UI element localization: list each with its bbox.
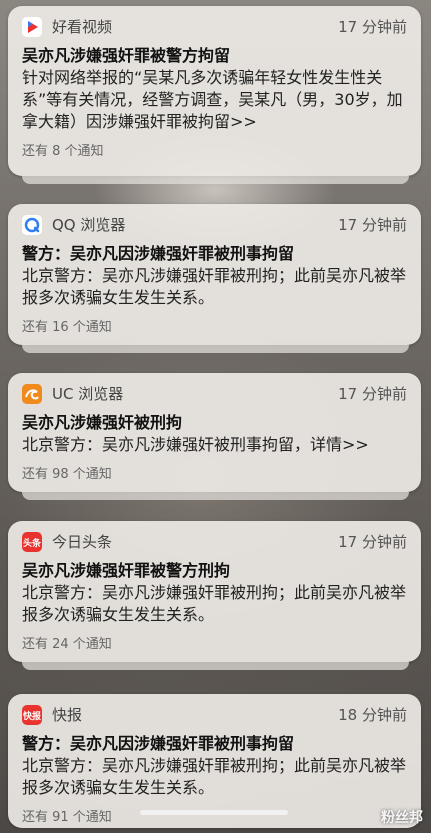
- stacked-notifications-edge: [22, 176, 409, 184]
- notification-title: 吴亦凡涉嫌强奸被刑拘: [22, 413, 183, 432]
- notification-time: 18 分钟前: [338, 706, 407, 724]
- qq-browser-icon: [22, 215, 42, 235]
- stacked-notifications-edge: [22, 492, 409, 500]
- haokan-video-icon: [22, 17, 42, 37]
- home-indicator[interactable]: [140, 810, 288, 815]
- notification-card-haokan[interactable]: 好看视频 17 分钟前 吴亦凡涉嫌强奸罪被警方拘留 针对网络举报的“吴某凡多次诱…: [8, 6, 421, 176]
- watermark: 粉丝邦: [381, 810, 423, 826]
- app-name: QQ 浏览器: [52, 216, 126, 234]
- notification-card-toutiao[interactable]: 头条 今日头条 17 分钟前 吴亦凡涉嫌强奸罪被警方刑拘 北京警方：吴亦凡涉嫌强…: [8, 521, 421, 662]
- notification-card-uc-browser[interactable]: UC 浏览器 17 分钟前 吴亦凡涉嫌强奸被刑拘 北京警方：吴亦凡涉嫌强奸被刑事…: [8, 373, 421, 492]
- notification-card-qq-browser[interactable]: QQ 浏览器 17 分钟前 警方：吴亦凡因涉嫌强奸罪被刑事拘留 北京警方：吴亦凡…: [8, 204, 421, 345]
- notification-title: 吴亦凡涉嫌强奸罪被警方刑拘: [22, 561, 231, 580]
- app-name: UC 浏览器: [52, 385, 124, 403]
- more-notifications-count[interactable]: 还有 98 个通知: [22, 466, 407, 484]
- notification-title: 警方：吴亦凡因涉嫌强奸罪被刑事拘留: [22, 734, 295, 753]
- app-name: 快报: [52, 706, 83, 724]
- notification-header: QQ 浏览器 17 分钟前: [22, 215, 407, 235]
- notification-body: 北京警方：吴亦凡涉嫌强奸罪被刑拘；此前吴亦凡被举报多次诱骗女生发生关系。: [22, 756, 407, 797]
- notification-card-kuaibao[interactable]: 快报 快报 18 分钟前 警方：吴亦凡因涉嫌强奸罪被刑事拘留 北京警方：吴亦凡涉…: [8, 694, 421, 828]
- notification-title: 警方：吴亦凡因涉嫌强奸罪被刑事拘留: [22, 244, 295, 263]
- notification-time: 17 分钟前: [338, 385, 407, 403]
- kuaibao-icon: 快报: [22, 705, 42, 725]
- uc-browser-icon: [22, 384, 42, 404]
- notification-body: 针对网络举报的“吴某凡多次诱骗年轻女性发生性关系”等有关情况，经警方调查，吴某凡…: [22, 68, 403, 131]
- stacked-notifications-edge: [22, 345, 409, 353]
- app-name: 好看视频: [52, 18, 113, 36]
- stacked-notifications-edge: [22, 662, 409, 670]
- more-notifications-count[interactable]: 还有 24 个通知: [22, 636, 407, 654]
- notification-header: 头条 今日头条 17 分钟前: [22, 532, 407, 552]
- notification-body: 北京警方：吴亦凡涉嫌强奸罪被刑拘；此前吴亦凡被举报多次诱骗女生发生关系。: [22, 583, 407, 624]
- notification-header: 快报 快报 18 分钟前: [22, 705, 407, 725]
- more-notifications-count[interactable]: 还有 16 个通知: [22, 319, 407, 337]
- notification-header: 好看视频 17 分钟前: [22, 17, 407, 37]
- notification-title: 吴亦凡涉嫌强奸罪被警方拘留: [22, 46, 231, 65]
- notification-time: 17 分钟前: [338, 18, 407, 36]
- app-name: 今日头条: [52, 533, 113, 551]
- toutiao-icon: 头条: [22, 532, 42, 552]
- notification-time: 17 分钟前: [338, 533, 407, 551]
- notification-body: 北京警方：吴亦凡涉嫌强奸罪被刑拘；此前吴亦凡被举报多次诱骗女生发生关系。: [22, 266, 407, 307]
- notification-time: 17 分钟前: [338, 216, 407, 234]
- more-notifications-count[interactable]: 还有 8 个通知: [22, 143, 407, 161]
- notification-header: UC 浏览器 17 分钟前: [22, 384, 407, 404]
- notification-body: 北京警方：吴亦凡涉嫌强奸被刑事拘留，详情>>: [22, 435, 369, 454]
